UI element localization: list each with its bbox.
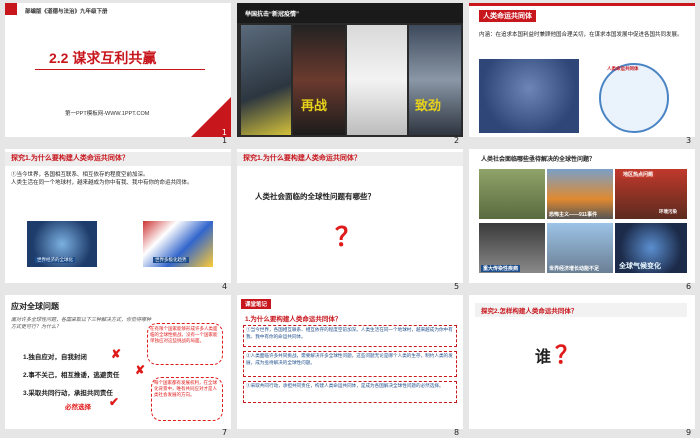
flags-label: 世界多极化趋势: [153, 257, 189, 263]
photo-urban: [479, 169, 545, 219]
photo-caption-b: 致劲: [415, 98, 442, 113]
footer-text: 第一PPT模板网-WWW.1PPT.COM: [65, 111, 150, 117]
corner-decoration: [5, 3, 17, 15]
note-point-3: ③采取共同行动，承担共同责任，构建人类命运共同体，是成为各国解决全球性问题的必然…: [243, 381, 457, 403]
photo-crowd: [241, 25, 291, 135]
slide-heading: 探究1.为什么要构建人类命运共同体？: [237, 152, 463, 166]
prompt-note: 面对许多全球性问题，各国采取以下三种解决方式，你觉得哪种方式更可行？为什么？: [11, 317, 152, 330]
definition-text: 内涵：在追求本国利益时兼顾他国合理关切，在谋求本国发展中促进各国共同发展。: [479, 32, 683, 38]
question-mark-icon: ？: [555, 342, 579, 369]
slide-number-label: 9: [686, 428, 692, 437]
top-bar: [469, 3, 695, 6]
title-underline: [35, 69, 205, 70]
slide-thumbnail-1[interactable]: 部编版《道德与法治》九年级下册 2.2 谋求互利共赢 第一PPT模板网-WWW.…: [5, 3, 231, 137]
photo-medical-team: [409, 25, 461, 135]
cross-icon: ✘: [111, 347, 122, 361]
note-point-1: ①当今世界，各国相互联系、相互依存的程度空前加深。人类生活在同一个地球村，越来越…: [243, 325, 457, 347]
slide-thumbnail-4[interactable]: 探究1.为什么要构建人类命运共同体？ ①当今世界，各国相互联系、相互依存的程度空…: [5, 149, 231, 283]
slide-number-label: 8: [454, 428, 460, 437]
option-isolation: 1.独自应对，自我封闭: [23, 354, 87, 361]
slide-thumbnail-8[interactable]: 课堂笔记 1.为什么要构建人类命运共同体？ ①当今世界，各国相互联系、相互依存的…: [237, 295, 463, 429]
banner-title: 举国抗击“新冠疫情”: [245, 12, 300, 18]
slide-thumbnail-9[interactable]: 探究2.怎样构建人类命运共同体？ 谁 ？: [469, 295, 695, 429]
photo-caption-a: 再战: [301, 98, 328, 113]
question-word: 谁: [535, 349, 552, 366]
caption-economy: 世界经济增长动能不足: [549, 266, 600, 272]
slide-heading: 探究2.怎样构建人类命运共同体？: [475, 303, 687, 317]
question-text: 人类社会面临的全球性问题有哪些？: [255, 192, 375, 201]
photo-poster: [347, 25, 407, 135]
option-evasion: 2.事不关己，相互推诿，逃避责任: [23, 372, 120, 379]
question-mark-icon: ？: [335, 222, 362, 252]
slide-heading: 探究1.为什么要构建人类命运共同体？: [5, 152, 231, 166]
section-heading: 人类命运共同体: [479, 10, 536, 22]
caption-terrorism: 恐怖主义——911事件: [549, 212, 598, 218]
conclusion-text: 必然选择: [65, 404, 91, 411]
series-label: 部编版《道德与法治》九年级下册: [25, 9, 108, 15]
caption-climate: 全球气候变化: [619, 263, 661, 270]
slide-title: 2.2 谋求互利共赢: [49, 50, 157, 66]
circle-label: 人类命运共同体: [607, 66, 639, 71]
cross-icon: ✘: [135, 363, 146, 377]
slide-thumbnail-7[interactable]: 应对全球问题 面对许多全球性问题，各国采取以下三种解决方式，你觉得哪种方式更可行…: [5, 295, 231, 429]
slide-thumbnail-3[interactable]: 人类命运共同体 内涵：在追求本国利益时兼顾他国合理关切，在谋求本国发展中促进各国…: [469, 3, 695, 137]
photo-doctor: [293, 25, 345, 135]
note-point-2: ②人类面临许多共同挑战，需要解决许多全球性问题，这些问题无论是哪个人类的生存，制…: [243, 351, 457, 377]
check-icon: ✔: [109, 395, 120, 409]
un-assembly-photo: [479, 59, 579, 133]
notes-heading: 1.为什么要构建人类命运共同体？: [245, 316, 342, 323]
option-cooperation: 3.采取共同行动，承担共同责任: [23, 390, 113, 397]
body-text-b: 人类生活在同一个地球村，越来越成为你中有我、我中有你的命运共同体。: [11, 180, 193, 186]
body-text-a: ①当今世界，各国相互联系、相互依存的程度空前加深。: [11, 172, 149, 178]
community-diagram: [599, 63, 669, 133]
caption-hotspot: 地区热点问题: [621, 171, 656, 178]
caption-pollution: 环境污染: [659, 209, 677, 214]
globe-label: 世界经济的全球化: [35, 257, 75, 263]
slide-heading: 人类社会面临哪些亟待解决的全球性问题？: [481, 157, 596, 163]
slide-thumbnail-2[interactable]: 举国抗击“新冠疫情” 再战 致劲: [237, 3, 463, 137]
slide-heading: 应对全球问题: [11, 302, 59, 311]
slide-thumbnail-5[interactable]: 探究1.为什么要构建人类命运共同体？ 人类社会面临的全球性问题有哪些？ ？: [237, 149, 463, 283]
slide-thumbnail-6[interactable]: 人类社会面临哪些亟待解决的全球性问题？ 恐怖主义——911事件 地区热点问题 重…: [469, 149, 695, 283]
bubble-note-1: 在有限个国家能够形成许多人类面临的全球性挑战，没有一个国家能单独应对这些挑战的局…: [147, 323, 223, 365]
bubble-note-2: 每个国家都有发展权利，在全球化背景中，唯有共同应对才是人类社会发展的方向。: [151, 377, 223, 421]
caption-disease: 重大传染性疾病: [481, 265, 521, 272]
notes-tag: 课堂笔记: [241, 299, 272, 309]
